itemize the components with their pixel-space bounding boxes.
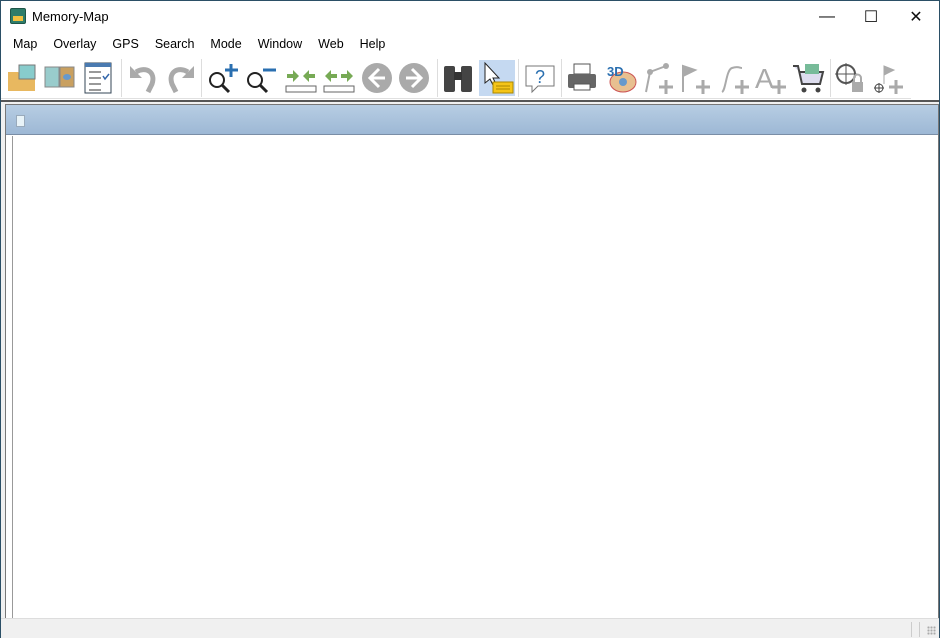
menu-mode[interactable]: Mode bbox=[200, 34, 249, 54]
3d-view-icon: 3D bbox=[607, 64, 637, 93]
add-track-icon bbox=[721, 66, 749, 94]
back-button[interactable] bbox=[359, 60, 395, 96]
mdi-area bbox=[1, 100, 939, 620]
svg-text:A: A bbox=[755, 63, 774, 94]
status-divider bbox=[911, 622, 912, 637]
forward-button[interactable] bbox=[396, 60, 432, 96]
redo-button[interactable] bbox=[162, 60, 198, 96]
toolbar-separator bbox=[201, 59, 202, 97]
checklist-button[interactable] bbox=[80, 60, 116, 96]
toolbar-separator bbox=[518, 59, 519, 97]
toolbar-separator bbox=[437, 59, 438, 97]
print-icon bbox=[568, 63, 596, 91]
status-bar bbox=[1, 618, 939, 638]
map-compare-icon bbox=[44, 66, 75, 88]
undo-icon bbox=[130, 66, 156, 94]
help-button[interactable]: ? bbox=[522, 60, 558, 96]
zoom-out-icon bbox=[247, 68, 276, 94]
menu-web[interactable]: Web bbox=[308, 34, 351, 54]
zoom-in-icon bbox=[209, 64, 238, 94]
toolbar-separator bbox=[561, 59, 562, 97]
status-divider bbox=[919, 622, 920, 637]
redo-icon bbox=[168, 66, 194, 94]
3d-view-button[interactable]: 3D bbox=[603, 60, 639, 96]
resize-grip[interactable] bbox=[927, 626, 936, 635]
title-bar: Memory-Map — ☐ ✕ bbox=[1, 1, 939, 32]
scale-in-icon bbox=[285, 70, 317, 93]
menu-help[interactable]: Help bbox=[350, 34, 394, 54]
print-button[interactable] bbox=[564, 60, 600, 96]
map-child-window bbox=[5, 104, 939, 620]
child-title-bar[interactable] bbox=[6, 105, 938, 135]
add-mark-icon bbox=[682, 64, 710, 94]
add-text-icon: A bbox=[755, 63, 786, 94]
close-button[interactable]: ✕ bbox=[893, 1, 939, 32]
select-pointer-icon bbox=[484, 61, 514, 94]
menu-map[interactable]: Map bbox=[1, 34, 45, 54]
window-title: Memory-Map bbox=[32, 9, 109, 24]
shop-cart-button[interactable] bbox=[791, 60, 827, 96]
forward-icon bbox=[399, 63, 429, 93]
add-mark-button[interactable] bbox=[677, 60, 713, 96]
menu-window[interactable]: Window bbox=[248, 34, 310, 54]
back-icon bbox=[362, 63, 392, 93]
undo-button[interactable] bbox=[126, 60, 162, 96]
svg-text:3D: 3D bbox=[607, 64, 624, 79]
toolbar: ? 3D A bbox=[1, 57, 911, 99]
shop-cart-icon bbox=[793, 64, 825, 93]
add-mark-at-position-icon bbox=[874, 65, 903, 94]
menu-overlay[interactable]: Overlay bbox=[43, 34, 104, 54]
scale-in-button[interactable] bbox=[283, 60, 319, 96]
scale-out-button[interactable] bbox=[321, 60, 357, 96]
position-lock-button[interactable] bbox=[832, 60, 868, 96]
minimize-button[interactable]: — bbox=[804, 1, 850, 32]
help-icon: ? bbox=[525, 65, 555, 94]
add-route-button[interactable] bbox=[640, 60, 676, 96]
binoculars-button[interactable] bbox=[440, 60, 476, 96]
scale-out-icon bbox=[323, 70, 355, 93]
menu-gps[interactable]: GPS bbox=[102, 34, 146, 54]
zoom-in-button[interactable] bbox=[204, 60, 240, 96]
svg-text:?: ? bbox=[535, 67, 545, 87]
zoom-out-button[interactable] bbox=[242, 60, 278, 96]
add-text-button[interactable]: A bbox=[753, 60, 789, 96]
map-compare-button[interactable] bbox=[42, 60, 78, 96]
position-lock-icon bbox=[835, 63, 863, 92]
menu-bar: Map Overlay GPS Search Mode Window Web H… bbox=[1, 34, 939, 54]
app-icon bbox=[10, 8, 26, 24]
map-view[interactable] bbox=[12, 136, 938, 619]
toolbar-separator bbox=[830, 59, 831, 97]
add-track-button[interactable] bbox=[716, 60, 752, 96]
maximize-button[interactable]: ☐ bbox=[848, 1, 894, 32]
open-folder-button[interactable] bbox=[5, 60, 41, 96]
binoculars-icon bbox=[444, 66, 472, 92]
toolbar-separator bbox=[121, 59, 122, 97]
checklist-icon bbox=[84, 62, 112, 94]
select-pointer-button[interactable] bbox=[479, 60, 515, 96]
add-mark-at-position-button[interactable] bbox=[870, 60, 906, 96]
menu-search[interactable]: Search bbox=[145, 34, 203, 54]
add-route-icon bbox=[645, 63, 673, 94]
open-folder-icon bbox=[8, 64, 36, 91]
document-icon bbox=[16, 115, 25, 127]
